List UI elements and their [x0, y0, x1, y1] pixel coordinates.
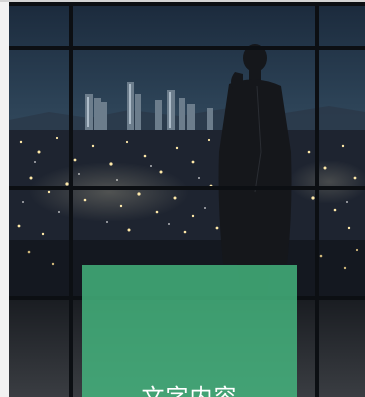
caption-text: 文字内容 — [82, 378, 297, 397]
caption-box: 文字内容 — [82, 265, 297, 397]
left-edge — [0, 2, 9, 397]
page: 文字内容 — [0, 0, 365, 397]
